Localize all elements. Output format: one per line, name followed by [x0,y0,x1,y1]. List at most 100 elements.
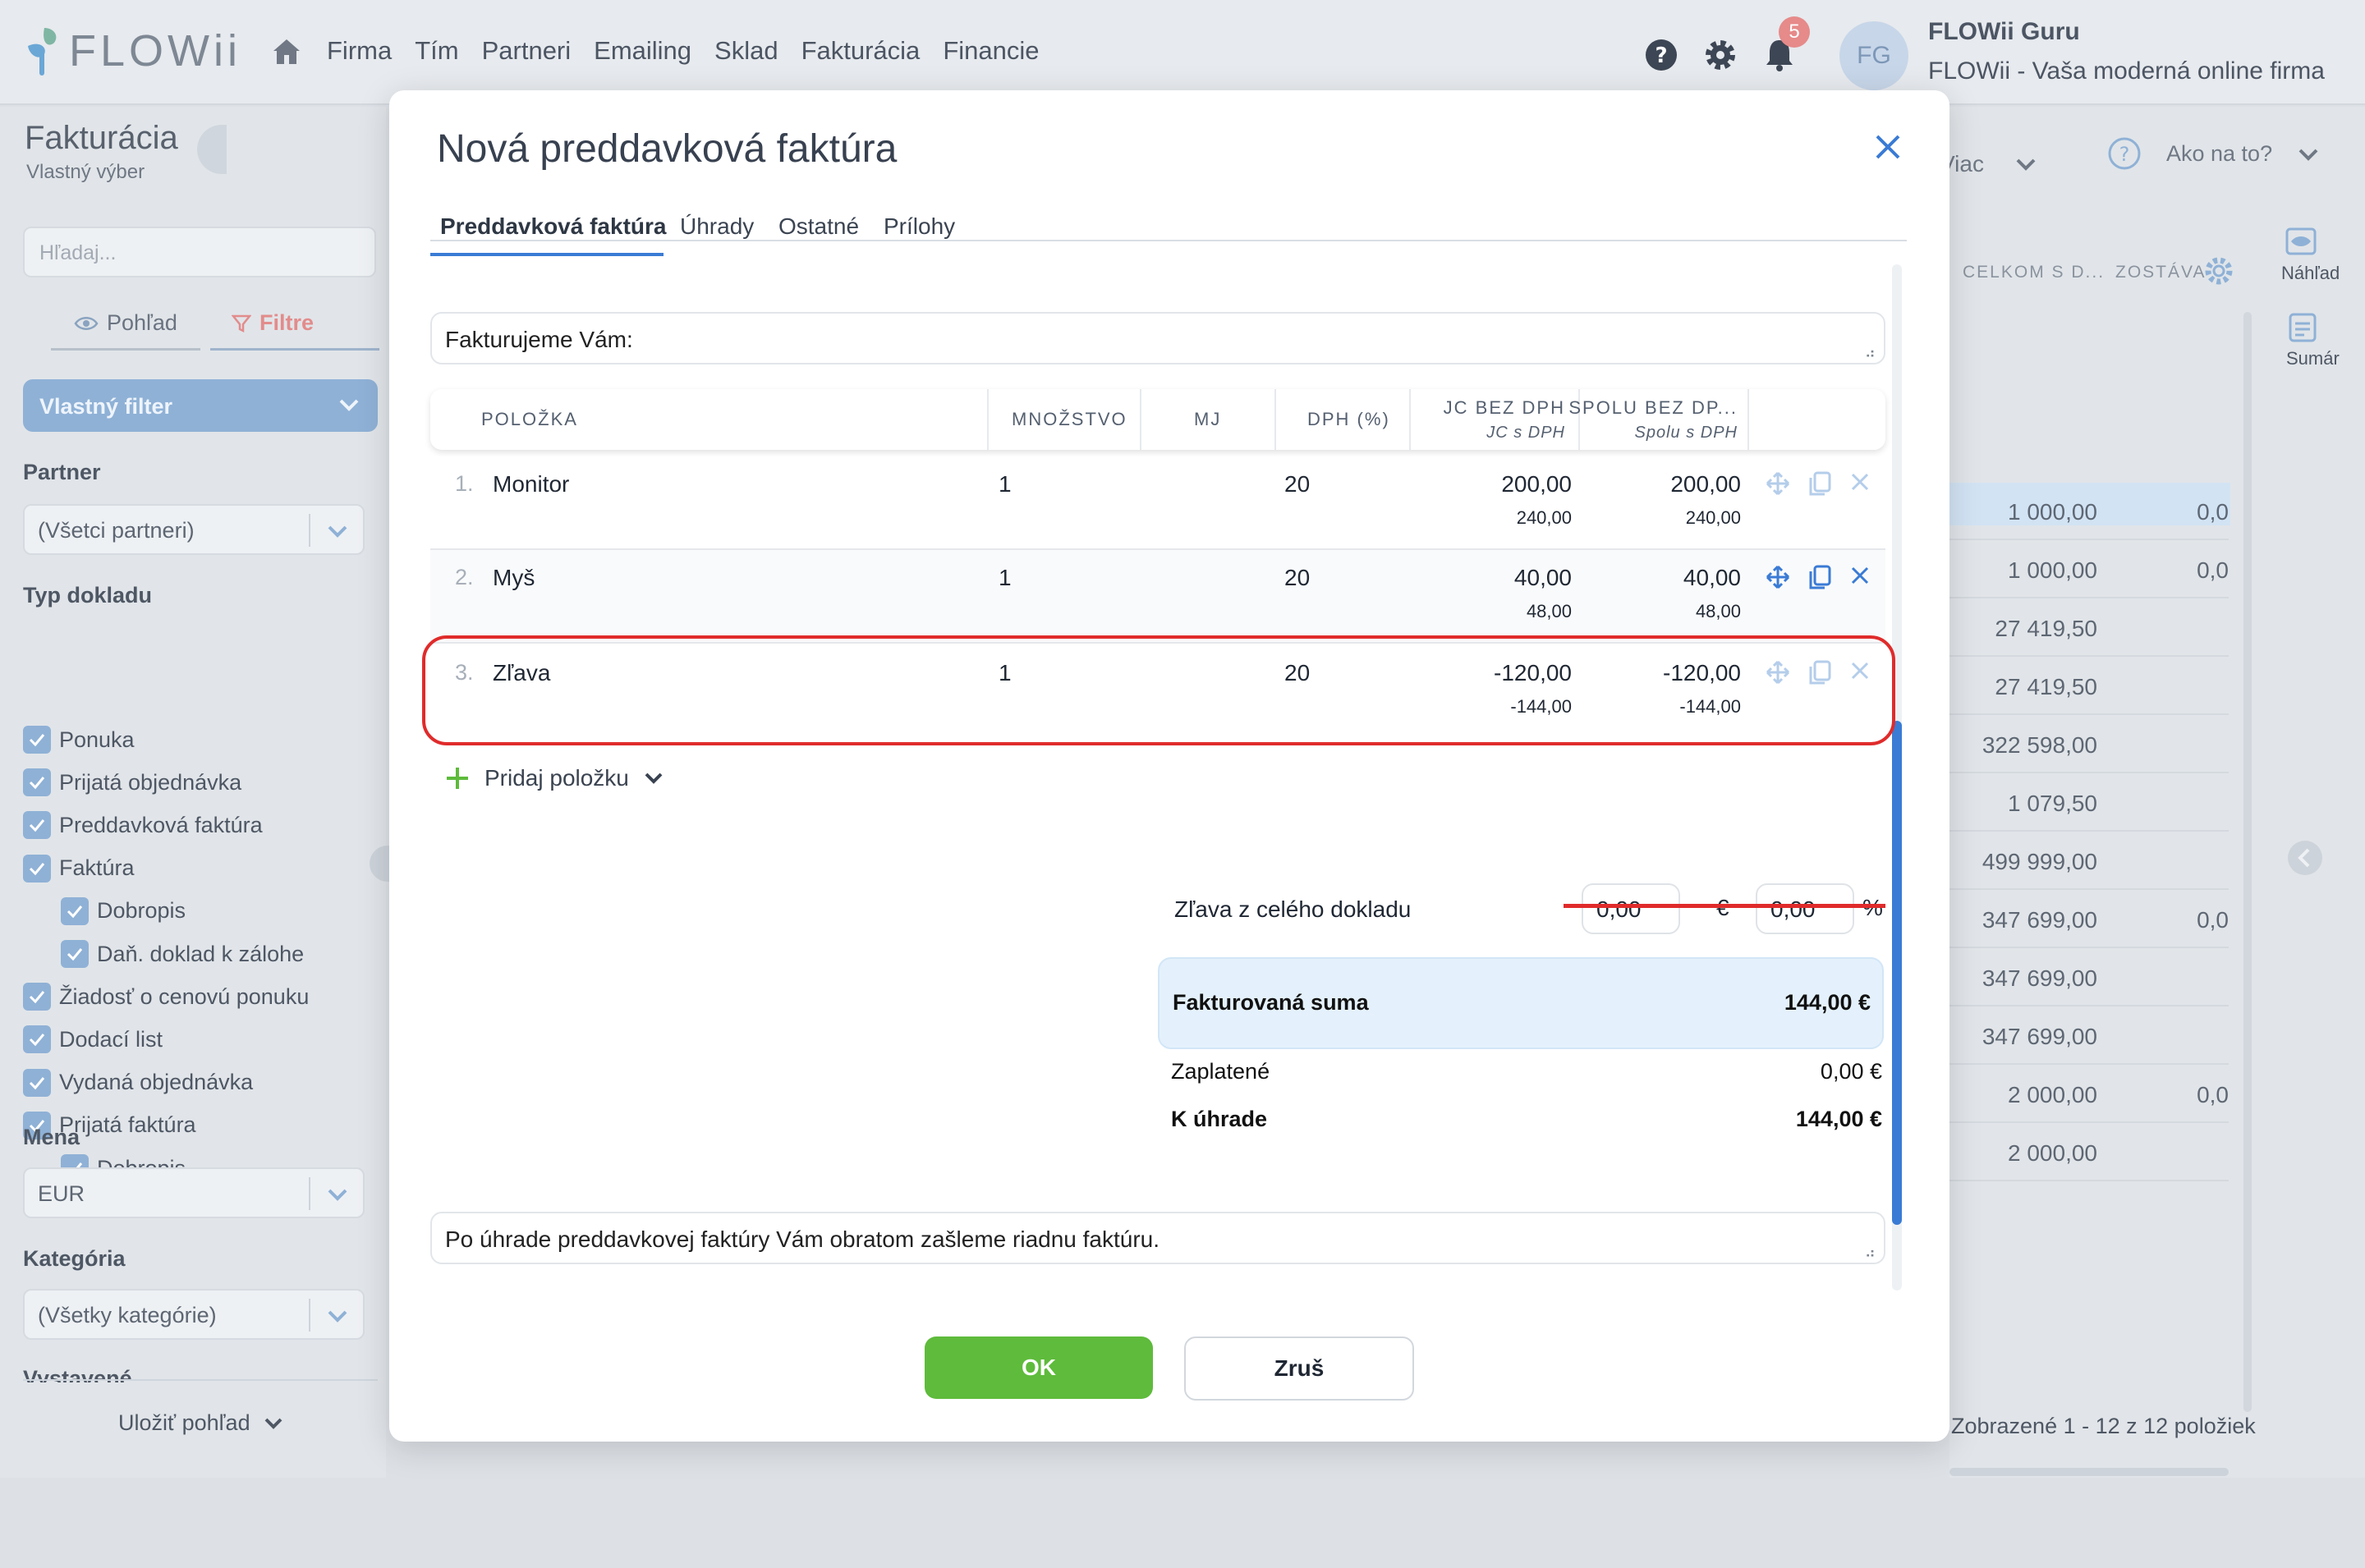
partner-select[interactable]: (Všetci partneri) [23,504,365,555]
resize-handle-icon[interactable]: ⣠ [1865,1240,1876,1258]
row-total: 499 999,00 [1982,849,2097,874]
item-qty[interactable]: 1 [999,565,1012,591]
cancel-button[interactable]: Zruš [1184,1336,1414,1401]
tab-advance-invoice[interactable]: Preddavková faktúra [440,213,666,240]
chevron-down-icon[interactable] [644,772,664,785]
horizontal-scrollbar[interactable] [1949,1468,2229,1476]
preview-icon[interactable] [2285,227,2317,258]
summary-icon[interactable] [2288,312,2317,343]
item-row[interactable]: 1. Monitor 1 20 200,00 240,00 200,00 240,00 [430,456,1885,550]
list-row[interactable]: 1 079,50 [1949,774,2229,832]
row-divider [1949,1063,2229,1065]
delete-icon[interactable] [1849,471,1871,493]
list-row[interactable]: 2 000,00 [1949,1124,2229,1181]
nav-sklad[interactable]: Sklad [714,36,778,66]
currency-label: Mena [23,1125,80,1149]
list-row[interactable]: 347 699,00 [1949,1007,2229,1065]
delete-icon[interactable] [1849,565,1871,586]
doc-type-checkbox[interactable]: Faktúra [23,854,135,883]
doc-type-checkbox[interactable]: Žiadosť o cenovú ponuku [23,983,309,1011]
add-item-button[interactable]: Pridaj položku [445,765,664,791]
tab-payments[interactable]: Úhrady [680,213,754,240]
nav-financie[interactable]: Financie [943,36,1039,66]
col-total: CELKOM S D... [1963,263,2106,282]
percent-sign: % [1862,895,1883,921]
tab-filters[interactable]: Filtre [232,310,314,336]
list-row[interactable]: 2 000,00 0,0 [1949,1066,2229,1123]
item-unit-price[interactable]: 200,00 [1501,471,1572,497]
checkbox-checked-icon [61,940,89,968]
dialog-scrollbar-thumb[interactable] [1892,721,1902,1225]
sidebar: Fakturácia Vlastný výber Hľadaj... Pohľa… [0,107,386,1478]
item-row[interactable]: 2. Myš 1 20 40,00 48,00 40,00 48,00 [430,550,1885,644]
doc-type-checkbox[interactable]: Daň. doklad k zálohe [61,940,304,968]
chevron-down-icon[interactable] [2015,158,2037,172]
row-remaining: 0,0 [2197,907,2229,933]
nav-firma[interactable]: Firma [327,36,392,66]
nav-fakturacia[interactable]: Fakturácia [801,36,921,66]
doc-type-checkbox[interactable]: Dobropis [61,896,186,925]
gear-icon[interactable] [1703,38,1738,72]
vertical-scrollbar[interactable] [2243,312,2252,1412]
discount-percent-input[interactable]: 0,00 [1756,883,1854,934]
list-row[interactable]: 1 000,00 0,0 [1949,483,2229,540]
resize-handle-icon[interactable]: ⣠ [1865,341,1876,358]
search-input[interactable]: Hľadaj... [23,227,376,277]
item-vat[interactable]: 20 [1284,471,1310,497]
intro-text-field[interactable]: Fakturujeme Vám: ⣠ [430,312,1885,364]
home-icon[interactable] [271,37,302,66]
tab-attachments[interactable]: Prílohy [884,213,955,240]
item-qty[interactable]: 1 [999,471,1012,497]
filter-select[interactable]: Vlastný filter [23,379,378,432]
item-unit-price[interactable]: 40,00 [1514,565,1572,591]
list-row[interactable]: 322 598,00 [1949,716,2229,773]
category-select[interactable]: (Všetky kategórie) [23,1289,365,1340]
tab-view[interactable]: Pohľad [74,310,177,336]
list-row[interactable]: 27 419,50 [1949,658,2229,715]
item-name[interactable]: Myš [493,565,535,591]
help-circle-icon[interactable]: ? [2107,136,2142,171]
currency-sign: € [1716,895,1729,921]
chevron-left-icon[interactable] [2286,839,2324,877]
dialog-title: Nová preddavková faktúra [437,127,898,171]
nav-partneri[interactable]: Partneri [482,36,572,66]
copy-icon[interactable] [1808,471,1831,496]
row-divider [1949,539,2229,540]
copy-icon[interactable] [1808,565,1831,589]
avatar[interactable]: FG [1839,21,1908,90]
row-total: 1 000,00 [2008,499,2097,525]
help-icon[interactable]: ? [1644,38,1678,72]
item-name[interactable]: Monitor [493,471,569,497]
row-total: 2 000,00 [2008,1082,2097,1107]
row-total: 347 699,00 [1982,907,2097,933]
doc-type-checkbox[interactable]: Preddavková faktúra [23,811,263,840]
flowii-logo[interactable]: FLOWii [25,25,241,77]
settings-gear-icon[interactable] [2202,254,2235,287]
tab-other[interactable]: Ostatné [778,213,859,240]
list-row[interactable]: 347 699,00 [1949,949,2229,1006]
doc-type-label: Daň. doklad k zálohe [97,941,305,966]
list-row[interactable]: 1 000,00 0,0 [1949,541,2229,598]
item-vat[interactable]: 20 [1284,565,1310,591]
doc-type-checkbox[interactable]: Ponuka [23,726,135,754]
ok-button[interactable]: OK [925,1336,1153,1399]
currency-select[interactable]: EUR [23,1167,365,1218]
how-to-link[interactable]: Ako na to? [2166,141,2272,167]
doc-type-checkbox[interactable]: Prijatá objednávka [23,768,241,797]
doc-type-checkbox[interactable]: Vydaná objednávka [23,1068,253,1097]
doc-type-checkbox[interactable]: Dodací list [23,1025,163,1054]
list-row[interactable]: 499 999,00 [1949,832,2229,890]
list-row[interactable]: 347 699,00 0,0 [1949,891,2229,948]
doc-type-label: Dodací list [59,1026,163,1052]
nav-emailing[interactable]: Emailing [594,36,691,66]
chevron-down-icon[interactable] [2298,148,2319,163]
move-icon[interactable] [1766,565,1790,589]
close-icon[interactable] [1874,133,1902,161]
nav-tim[interactable]: Tím [415,36,458,66]
list-row[interactable]: 27 419,50 [1949,599,2229,657]
save-view-button[interactable]: Uložiť pohľad [118,1410,283,1436]
discount-amount-input[interactable]: 0,00 [1582,883,1680,934]
footer-text-field[interactable]: Po úhrade preddavkovej faktúry Vám obrat… [430,1212,1885,1264]
move-icon[interactable] [1766,471,1790,496]
row-total: 2 000,00 [2008,1140,2097,1166]
